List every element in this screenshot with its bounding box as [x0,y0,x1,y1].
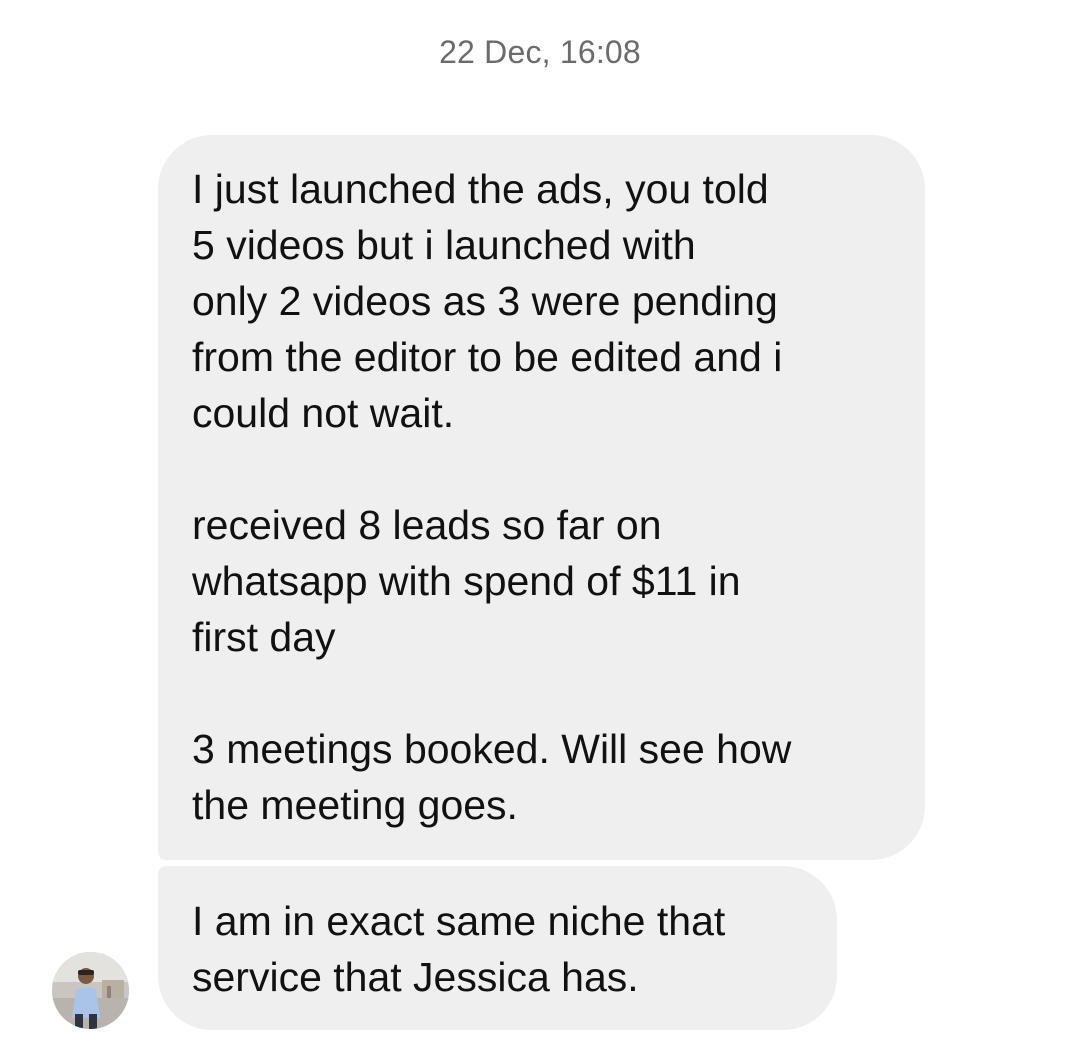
message-bubble[interactable]: I just launched the ads, you told 5 vide… [158,135,925,860]
message-timestamp: 22 Dec, 16:08 [439,34,641,70]
sender-avatar[interactable] [52,952,129,1029]
profile-photo-icon [52,952,129,1029]
message-paragraph: I am in exact same niche that service th… [192,898,726,1000]
message-paragraph: received 8 leads so far on whatsapp with… [192,502,741,660]
message-bubble[interactable]: I am in exact same niche that service th… [158,866,837,1030]
message-paragraph: 3 meetings booked. Will see how the meet… [192,726,792,828]
message-paragraph: I just launched the ads, you told 5 vide… [192,166,783,436]
